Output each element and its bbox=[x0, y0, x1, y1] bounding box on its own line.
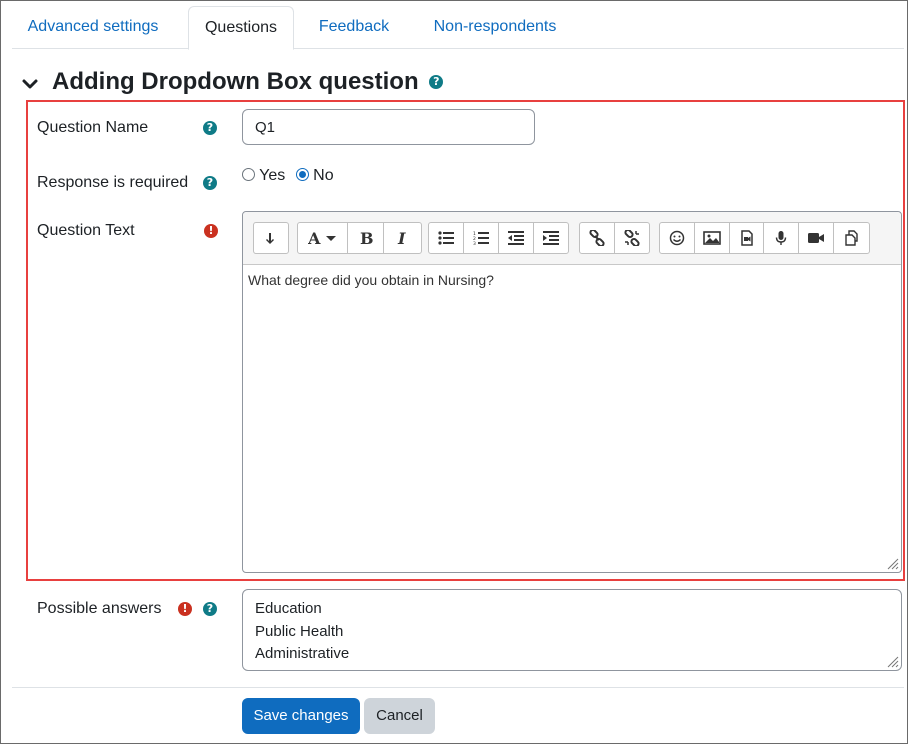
insert-image-button[interactable] bbox=[695, 223, 730, 253]
bullet-list-icon bbox=[438, 231, 454, 245]
italic-button[interactable]: I bbox=[384, 223, 421, 253]
insert-link-button[interactable] bbox=[580, 223, 615, 253]
question-name-input[interactable] bbox=[242, 109, 535, 145]
collapse-chevron-icon[interactable] bbox=[20, 74, 40, 94]
editor-content[interactable]: What degree did you obtain in Nursing? bbox=[248, 272, 494, 288]
toolbar-group-5 bbox=[659, 222, 870, 254]
video-camera-icon bbox=[808, 233, 825, 243]
answer-line: Administrative bbox=[255, 645, 350, 662]
required-icon: ! bbox=[204, 224, 218, 238]
question-name-help-icon[interactable]: ? bbox=[203, 121, 217, 135]
radio-yes-label[interactable]: Yes bbox=[259, 167, 285, 184]
manage-files-button[interactable] bbox=[834, 223, 869, 253]
question-text-editor: A B I 123 What degree did you obtain in … bbox=[242, 211, 902, 573]
section-title: Adding Dropdown Box question ? bbox=[52, 68, 444, 96]
collapse-arrow-icon bbox=[266, 233, 274, 244]
help-icon[interactable]: ? bbox=[429, 75, 444, 89]
response-required-radio-group: Yes No bbox=[242, 167, 334, 185]
question-name-label: Question Name bbox=[37, 119, 149, 136]
radio-no-label[interactable]: No bbox=[313, 167, 333, 184]
record-audio-button[interactable] bbox=[764, 223, 800, 253]
response-required-label: Response is required bbox=[37, 174, 189, 191]
radio-no[interactable] bbox=[295, 168, 309, 181]
tab-feedback[interactable]: Feedback bbox=[308, 6, 400, 49]
cancel-button[interactable]: Cancel bbox=[364, 698, 435, 734]
possible-answers-label: Possible answers bbox=[37, 600, 162, 617]
insert-emoticon-button[interactable] bbox=[660, 223, 695, 253]
smiley-icon bbox=[669, 230, 685, 246]
editor-toolbar: A B I 123 bbox=[243, 212, 901, 265]
insert-media-button[interactable] bbox=[730, 223, 765, 253]
possible-answers-help-icon[interactable]: ? bbox=[203, 602, 217, 616]
microphone-icon bbox=[776, 231, 787, 245]
toolbar-group-3: 123 bbox=[428, 222, 569, 254]
toolbar-group-4 bbox=[579, 222, 650, 254]
unlink-icon bbox=[624, 230, 640, 246]
svg-text:A: A bbox=[308, 230, 321, 246]
ordered-list-button[interactable]: 123 bbox=[464, 223, 499, 253]
question-text-label: Question Text bbox=[37, 222, 135, 239]
resize-handle-icon[interactable] bbox=[885, 556, 899, 570]
files-icon bbox=[844, 230, 858, 246]
save-changes-button[interactable]: Save changes bbox=[242, 698, 360, 734]
toolbar-group-1 bbox=[253, 222, 289, 254]
link-icon bbox=[589, 230, 605, 246]
possible-answers-required-icon: ! bbox=[178, 602, 192, 616]
radio-yes[interactable] bbox=[242, 168, 255, 181]
answer-line: Education bbox=[255, 600, 322, 617]
toolbar-group-2: A B I bbox=[297, 222, 422, 254]
media-file-icon bbox=[740, 230, 753, 246]
unordered-list-button[interactable] bbox=[429, 223, 464, 253]
indent-icon bbox=[543, 231, 559, 245]
svg-text:3: 3 bbox=[473, 241, 476, 245]
tab-advanced-settings[interactable]: Advanced settings bbox=[12, 6, 174, 49]
answer-line: Public Health bbox=[255, 622, 344, 640]
record-video-button[interactable] bbox=[799, 223, 835, 253]
possible-answers-textarea[interactable]: Education Public Health Administrative bbox=[242, 589, 902, 671]
svg-text:I: I bbox=[397, 230, 406, 246]
svg-text:B: B bbox=[360, 230, 373, 246]
outdent-button[interactable] bbox=[499, 223, 534, 253]
numbered-list-icon: 123 bbox=[473, 231, 489, 245]
tab-questions[interactable]: Questions bbox=[188, 6, 294, 50]
response-required-help-icon[interactable]: ? bbox=[203, 176, 217, 190]
image-icon bbox=[702, 231, 721, 245]
tab-non-respondents[interactable]: Non-respondents bbox=[420, 6, 570, 49]
unlink-button[interactable] bbox=[615, 223, 649, 253]
footer-divider bbox=[12, 687, 904, 688]
italic-icon: I bbox=[397, 230, 406, 246]
paragraph-style-button[interactable]: A bbox=[298, 223, 348, 253]
show-more-buttons-button[interactable] bbox=[254, 223, 288, 253]
resize-handle-icon[interactable] bbox=[885, 654, 899, 668]
indent-button[interactable] bbox=[534, 223, 568, 253]
font-style-icon: A bbox=[308, 230, 336, 246]
section-title-text: Adding Dropdown Box question bbox=[52, 68, 419, 95]
bold-button[interactable]: B bbox=[348, 223, 384, 253]
tab-bar: Advanced settings Questions Feedback Non… bbox=[12, 6, 904, 50]
bold-icon: B bbox=[360, 230, 373, 246]
outdent-icon bbox=[508, 231, 524, 245]
